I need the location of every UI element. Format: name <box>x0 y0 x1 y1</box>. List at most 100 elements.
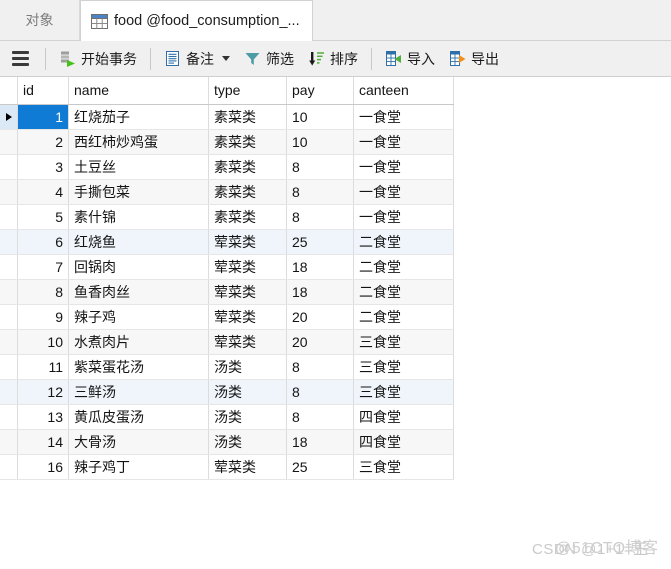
cell-name[interactable]: 回锅肉 <box>68 254 209 280</box>
cell-id[interactable]: 8 <box>17 279 69 305</box>
cell-id[interactable]: 6 <box>17 229 69 255</box>
cell-id[interactable]: 12 <box>17 379 69 405</box>
filter-button[interactable]: 筛选 <box>237 45 301 73</box>
cell-pay[interactable]: 8 <box>286 404 354 430</box>
cell-name[interactable]: 辣子鸡 <box>68 304 209 330</box>
cell-name[interactable]: 素什锦 <box>68 204 209 230</box>
cell-type[interactable]: 荤菜类 <box>208 279 287 305</box>
cell-id[interactable]: 13 <box>17 404 69 430</box>
column-header-pay[interactable]: pay <box>286 77 354 105</box>
row-gutter-cell[interactable] <box>0 454 18 480</box>
cell-pay[interactable]: 25 <box>286 454 354 480</box>
cell-type[interactable]: 汤类 <box>208 429 287 455</box>
cell-pay[interactable]: 18 <box>286 254 354 280</box>
table-row[interactable]: 10 水煮肉片 荤菜类 20 三食堂 <box>0 329 454 355</box>
row-gutter-cell[interactable] <box>0 279 18 305</box>
table-row[interactable]: 3 土豆丝 素菜类 8 一食堂 <box>0 154 454 180</box>
cell-pay[interactable]: 10 <box>286 129 354 155</box>
cell-type[interactable]: 荤菜类 <box>208 329 287 355</box>
tab-objects[interactable]: 对象 <box>0 0 80 40</box>
cell-type[interactable]: 荤菜类 <box>208 304 287 330</box>
cell-canteen[interactable]: 四食堂 <box>353 429 454 455</box>
table-row[interactable]: 5 素什锦 素菜类 8 一食堂 <box>0 204 454 230</box>
table-row[interactable]: 14 大骨汤 汤类 18 四食堂 <box>0 429 454 455</box>
cell-id[interactable]: 2 <box>17 129 69 155</box>
cell-canteen[interactable]: 一食堂 <box>353 154 454 180</box>
table-row[interactable]: 12 三鲜汤 汤类 8 三食堂 <box>0 379 454 405</box>
table-row[interactable]: 1 红烧茄子 素菜类 10 一食堂 <box>0 104 454 130</box>
cell-canteen[interactable]: 一食堂 <box>353 104 454 130</box>
row-gutter-cell[interactable] <box>0 354 18 380</box>
table-row[interactable]: 2 西红柿炒鸡蛋 素菜类 10 一食堂 <box>0 129 454 155</box>
cell-canteen[interactable]: 四食堂 <box>353 404 454 430</box>
row-gutter-cell[interactable] <box>0 129 18 155</box>
cell-name[interactable]: 手撕包菜 <box>68 179 209 205</box>
cell-pay[interactable]: 25 <box>286 229 354 255</box>
export-button[interactable]: 导出 <box>442 45 506 73</box>
column-header-name[interactable]: name <box>68 77 209 105</box>
cell-pay[interactable]: 20 <box>286 329 354 355</box>
cell-canteen[interactable]: 三食堂 <box>353 329 454 355</box>
cell-canteen[interactable]: 二食堂 <box>353 229 454 255</box>
cell-name[interactable]: 西红柿炒鸡蛋 <box>68 129 209 155</box>
cell-type[interactable]: 素菜类 <box>208 179 287 205</box>
column-header-id[interactable]: id <box>17 77 69 105</box>
row-gutter-cell[interactable] <box>0 254 18 280</box>
cell-pay[interactable]: 18 <box>286 279 354 305</box>
cell-pay[interactable]: 8 <box>286 154 354 180</box>
cell-name[interactable]: 三鲜汤 <box>68 379 209 405</box>
cell-id[interactable]: 11 <box>17 354 69 380</box>
row-gutter-cell[interactable] <box>0 379 18 405</box>
table-row[interactable]: 11 紫菜蛋花汤 汤类 8 三食堂 <box>0 354 454 380</box>
row-gutter-cell[interactable] <box>0 104 18 130</box>
table-row[interactable]: 6 红烧鱼 荤菜类 25 二食堂 <box>0 229 454 255</box>
cell-type[interactable]: 素菜类 <box>208 129 287 155</box>
table-row[interactable]: 7 回锅肉 荤菜类 18 二食堂 <box>0 254 454 280</box>
cell-id[interactable]: 3 <box>17 154 69 180</box>
table-row[interactable]: 4 手撕包菜 素菜类 8 一食堂 <box>0 179 454 205</box>
sort-button[interactable]: 排序 <box>301 45 365 73</box>
cell-id[interactable]: 16 <box>17 454 69 480</box>
cell-pay[interactable]: 10 <box>286 104 354 130</box>
cell-type[interactable]: 荤菜类 <box>208 454 287 480</box>
cell-type[interactable]: 汤类 <box>208 379 287 405</box>
row-gutter-cell[interactable] <box>0 404 18 430</box>
cell-name[interactable]: 紫菜蛋花汤 <box>68 354 209 380</box>
cell-pay[interactable]: 18 <box>286 429 354 455</box>
row-gutter-cell[interactable] <box>0 429 18 455</box>
cell-pay[interactable]: 8 <box>286 354 354 380</box>
cell-type[interactable]: 汤类 <box>208 354 287 380</box>
cell-id[interactable]: 4 <box>17 179 69 205</box>
cell-canteen[interactable]: 一食堂 <box>353 204 454 230</box>
cell-canteen[interactable]: 一食堂 <box>353 179 454 205</box>
column-header-canteen[interactable]: canteen <box>353 77 454 105</box>
cell-canteen[interactable]: 三食堂 <box>353 379 454 405</box>
cell-name[interactable]: 辣子鸡丁 <box>68 454 209 480</box>
start-transaction-button[interactable]: 开始事务 <box>52 45 144 73</box>
row-gutter-cell[interactable] <box>0 204 18 230</box>
cell-type[interactable]: 荤菜类 <box>208 254 287 280</box>
cell-name[interactable]: 黄瓜皮蛋汤 <box>68 404 209 430</box>
row-gutter-cell[interactable] <box>0 304 18 330</box>
cell-canteen[interactable]: 三食堂 <box>353 454 454 480</box>
cell-name[interactable]: 红烧鱼 <box>68 229 209 255</box>
cell-pay[interactable]: 20 <box>286 304 354 330</box>
cell-pay[interactable]: 8 <box>286 179 354 205</box>
cell-name[interactable]: 鱼香肉丝 <box>68 279 209 305</box>
row-gutter-cell[interactable] <box>0 329 18 355</box>
cell-pay[interactable]: 8 <box>286 379 354 405</box>
cell-name[interactable]: 大骨汤 <box>68 429 209 455</box>
row-gutter-cell[interactable] <box>0 179 18 205</box>
table-row[interactable]: 8 鱼香肉丝 荤菜类 18 二食堂 <box>0 279 454 305</box>
cell-name[interactable]: 水煮肉片 <box>68 329 209 355</box>
cell-type[interactable]: 素菜类 <box>208 154 287 180</box>
chevron-down-icon[interactable] <box>222 56 230 61</box>
cell-id[interactable]: 10 <box>17 329 69 355</box>
cell-name[interactable]: 红烧茄子 <box>68 104 209 130</box>
cell-canteen[interactable]: 二食堂 <box>353 304 454 330</box>
cell-type[interactable]: 荤菜类 <box>208 229 287 255</box>
cell-pay[interactable]: 8 <box>286 204 354 230</box>
cell-id[interactable]: 5 <box>17 204 69 230</box>
column-header-type[interactable]: type <box>208 77 287 105</box>
table-row[interactable]: 13 黄瓜皮蛋汤 汤类 8 四食堂 <box>0 404 454 430</box>
